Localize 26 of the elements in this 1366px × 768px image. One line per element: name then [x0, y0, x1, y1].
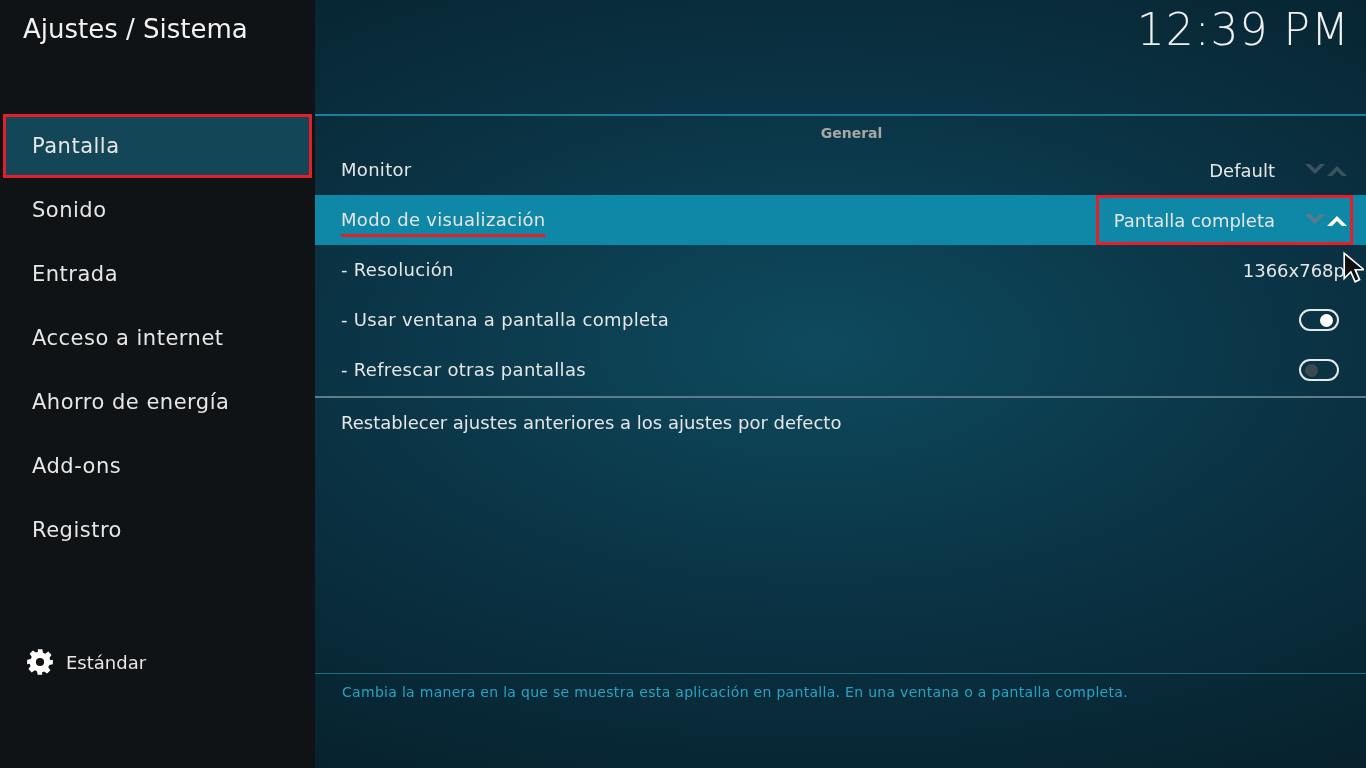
sidebar-item[interactable]: Add-ons	[5, 436, 310, 496]
settings-level-button[interactable]: Estándar	[0, 648, 186, 676]
page-title: Ajustes / Sistema	[22, 13, 249, 46]
setting-label: - Usar ventana a pantalla completa	[341, 308, 670, 332]
sidebar-item[interactable]: Sonido	[5, 180, 310, 240]
chevron-up-icon[interactable]	[1327, 214, 1347, 226]
sidebar-item[interactable]: Entrada	[5, 244, 310, 304]
setting-label: - Refrescar otras pantallas	[341, 358, 587, 382]
mouse-pointer-icon	[1342, 251, 1364, 284]
setting-row[interactable]: - Refrescar otras pantallas	[315, 345, 1366, 395]
clock: 12:39 PM	[1136, 4, 1350, 55]
reset-settings-item[interactable]: Restablecer ajustes anteriores a los ajustes por defecto	[315, 396, 1366, 448]
help-text: Cambia la manera en la que se muestra esta aplicación en pantalla. En una ventana o a pantalla completa.	[315, 673, 1366, 700]
toggle-switch[interactable]	[1299, 309, 1339, 331]
setting-label: Monitor	[341, 158, 413, 182]
toggle-switch[interactable]	[1299, 359, 1339, 381]
sidebar-item[interactable]: Acceso a internet	[5, 308, 310, 368]
setting-label: - Resolución	[341, 258, 455, 282]
section-title: General	[819, 124, 884, 143]
sidebar-item[interactable]: Registro	[5, 500, 310, 560]
setting-label: Modo de visualización	[341, 208, 547, 232]
sidebar-item[interactable]: Ahorro de energía	[5, 372, 310, 432]
setting-row[interactable]: Monitor Default	[315, 145, 1366, 195]
gear-icon	[26, 648, 54, 676]
setting-row[interactable]: - Usar ventana a pantalla completa	[315, 295, 1366, 345]
sidebar-item[interactable]: Pantalla	[5, 116, 310, 176]
